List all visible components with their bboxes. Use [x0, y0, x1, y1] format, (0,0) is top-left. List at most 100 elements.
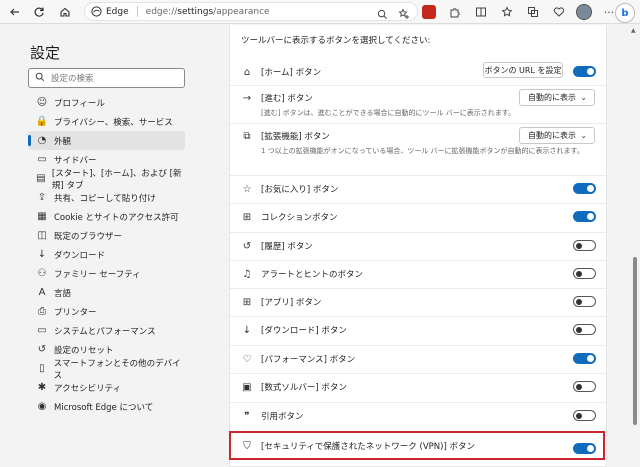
row-divider	[230, 175, 608, 176]
sidebar-item[interactable]: ⎙ プリンター	[28, 302, 185, 321]
extensions-icon: ⧉	[243, 130, 251, 142]
home-button[interactable]	[54, 1, 76, 23]
refresh-icon	[34, 7, 44, 17]
row-toggle[interactable]	[573, 410, 596, 421]
toolbar-buttons-card: ツールバーに表示するボタンを選択してください: ⌂ [ホーム] ボタン ボタンの U…	[229, 25, 608, 467]
row-toggle[interactable]	[573, 324, 596, 335]
settings-menu: ☺ プロフィール 🔒 プライバシー、検索、サービス ◔ 外観 ▭ サイドバー ▤ [スタート]、[…	[28, 93, 185, 416]
row-toggle[interactable]	[573, 268, 596, 279]
url-path-rest: /appearance	[213, 6, 270, 17]
refresh-button[interactable]	[28, 1, 50, 23]
sidebar-item[interactable]: A 言語	[28, 283, 185, 302]
extensions-icon[interactable]	[446, 3, 464, 21]
toolbar-button-row: ♡ [パフォーマンス] ボタン	[230, 348, 608, 376]
set-home-url-button[interactable]: ボタンの URL を設定	[483, 62, 563, 78]
profile-avatar[interactable]	[576, 4, 592, 20]
select-value: 自動的に表示	[528, 93, 576, 102]
row-divider	[230, 316, 608, 317]
sidebar-item[interactable]: ◉ Microsoft Edge について	[28, 397, 185, 416]
sidebar-item[interactable]: ↓ ダウンロード	[28, 245, 185, 264]
cookie-icon: ▦	[37, 211, 47, 222]
split-screen-icon[interactable]	[472, 3, 490, 21]
toolbar-button-row: ⊞ コレクションボタン	[230, 206, 608, 235]
row-toggle[interactable]	[573, 183, 596, 194]
row-toggle[interactable]	[573, 240, 596, 251]
add-favorite-icon[interactable]	[395, 5, 413, 23]
toolbar-button-row: ↓ [ダウンロード] ボタン	[230, 319, 608, 348]
row-label: アラートとヒントのボタン	[261, 270, 364, 280]
address-bar[interactable]: Edge edge://settings/appearance	[84, 2, 418, 21]
bing-copilot-icon[interactable]: b	[615, 3, 635, 23]
row-divider	[230, 402, 608, 403]
back-button[interactable]	[4, 1, 26, 23]
browser-toolbar: Edge edge://settings/appearance ··· b	[0, 0, 640, 24]
row-divider	[230, 85, 608, 86]
row-divider	[230, 345, 608, 346]
share-icon: ⇪	[37, 192, 47, 203]
toolbar-button-row: ☆ [お気に入り] ボタン	[230, 178, 608, 206]
row-description: 1 つ以上の拡張機能がオンになっている場合、ツール バーに拡張機能ボタンが自動的…	[261, 147, 584, 155]
printer-icon: ⎙	[38, 306, 46, 317]
sidebar-item[interactable]: 🔒 プライバシー、検索、サービス	[28, 112, 185, 131]
sidebar-item[interactable]: ▦ Cookie とサイトのアクセス許可	[28, 207, 185, 226]
page-scrollbar[interactable]: ▲	[630, 25, 640, 467]
sidebar-item[interactable]: ◫ 既定のブラウザー	[28, 226, 185, 245]
sidebar-item[interactable]: ⚇ ファミリー セーフティ	[28, 264, 185, 283]
sidebar-item-label: プロフィール	[54, 98, 105, 109]
scroll-thumb[interactable]	[633, 257, 637, 425]
url-path-main: settings	[177, 6, 214, 17]
row-label: [お気に入り] ボタン	[261, 185, 339, 195]
sidebar-item-label: サイドバー	[54, 155, 97, 166]
row-toggle[interactable]	[573, 66, 596, 77]
sidebar-item[interactable]: ▤ [スタート]、[ホーム]、および [新規] タブ	[28, 168, 185, 191]
sidebar-item[interactable]: ▭ システムとパフォーマンス	[28, 321, 185, 340]
family-icon: ⚇	[37, 268, 47, 279]
download-icon: ↓	[37, 249, 47, 260]
url-text: edge://settings/appearance	[146, 7, 270, 17]
ublock-extension-icon[interactable]	[420, 3, 438, 21]
address-separator	[136, 6, 138, 17]
row-toggle[interactable]	[573, 296, 596, 307]
zoom-search-icon[interactable]	[373, 5, 391, 23]
select-value: 自動的に表示	[528, 131, 576, 140]
sidebar-item-label: 外観	[54, 136, 72, 147]
download-icon: ↓	[242, 324, 252, 336]
apps-icon: ⊞	[242, 296, 252, 308]
collections-icon: ⊞	[242, 211, 252, 223]
row-divider	[230, 288, 608, 289]
sidebar-item[interactable]: ✱ アクセシビリティ	[28, 378, 185, 397]
edge-logo-icon	[91, 6, 102, 17]
sidebar-item[interactable]: ⇪ 共有、コピーして貼り付け	[28, 188, 185, 207]
row-divider	[230, 232, 608, 233]
performance-icon[interactable]	[550, 3, 568, 21]
home-icon: ⌂	[243, 66, 251, 78]
sidebar-item[interactable]: ▯ スマートフォンとその他のデバイス	[28, 359, 185, 381]
row-toggle[interactable]	[573, 353, 596, 364]
row-label: 引用ボタン	[261, 412, 304, 422]
settings-search-input[interactable]: 設定の検索	[28, 68, 185, 88]
row-select[interactable]: 自動的に表示 ⌄	[519, 89, 595, 106]
favorites-icon[interactable]	[498, 3, 516, 21]
sidebar-item[interactable]: ◔ 外観	[28, 131, 185, 150]
sidebar-item-label: プリンター	[54, 307, 97, 318]
sidebar-item-label: Microsoft Edge について	[54, 402, 154, 413]
collections-icon[interactable]	[524, 3, 542, 21]
home-icon	[60, 7, 70, 17]
section-title: ツールバーに表示するボタンを選択してください:	[241, 36, 431, 46]
row-label: [パフォーマンス] ボタン	[261, 355, 356, 365]
row-toggle[interactable]	[573, 211, 596, 222]
row-divider	[230, 123, 608, 124]
scroll-up-icon[interactable]: ▲	[631, 27, 636, 34]
sidebar-icon: ▭	[37, 154, 47, 165]
row-divider	[230, 373, 608, 374]
performance-icon: ♡	[242, 353, 252, 365]
sidebar-item[interactable]: ☺ プロフィール	[28, 93, 185, 112]
system-icon: ▭	[37, 325, 47, 336]
row-label: [アプリ] ボタン	[261, 298, 322, 308]
back-arrow-icon	[10, 8, 19, 16]
row-toggle[interactable]	[573, 381, 596, 392]
edge-logo-icon: ◉	[37, 401, 47, 412]
row-select[interactable]: 自動的に表示 ⌄	[519, 127, 595, 144]
sidebar-item-label: [スタート]、[ホーム]、および [新規] タブ	[51, 168, 182, 191]
site-label: Edge	[106, 6, 129, 17]
